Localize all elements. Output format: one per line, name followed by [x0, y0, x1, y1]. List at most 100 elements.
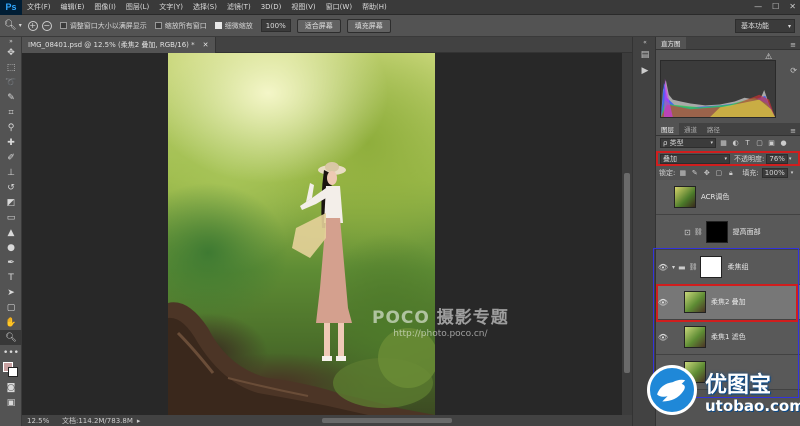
gradient-tool-icon[interactable]: ▭: [0, 210, 22, 225]
play-actions-icon[interactable]: ▶: [633, 63, 657, 79]
filter-toggle-icon[interactable]: ●: [779, 139, 788, 147]
resize-window-checkbox[interactable]: 调整窗口大小以满屏显示: [59, 21, 147, 31]
checkbox-box[interactable]: [154, 22, 162, 29]
path-select-tool-icon[interactable]: ➤: [0, 285, 22, 300]
lock-artboard-icon[interactable]: ▢: [714, 169, 723, 177]
opacity-input[interactable]: 76%: [766, 153, 788, 164]
menu-image[interactable]: 图像(I): [89, 2, 121, 12]
menu-3d[interactable]: 3D(D): [256, 3, 287, 11]
lock-transparency-icon[interactable]: ▦: [678, 169, 687, 177]
scrubby-zoom-checkbox[interactable]: 细微缩放: [214, 21, 253, 31]
zoom-tool-icon[interactable]: 🔍︎: [4, 20, 17, 31]
panel-menu-icon[interactable]: ≡: [790, 41, 796, 49]
zoom-in-icon[interactable]: +: [27, 20, 38, 31]
toolbox-collapse-icon[interactable]: »: [0, 37, 22, 45]
history-brush-tool-icon[interactable]: ↺: [0, 180, 22, 195]
background-color-swatch[interactable]: [8, 367, 18, 377]
marquee-tool-icon[interactable]: ⬚: [0, 60, 22, 75]
zoom-all-checkbox[interactable]: 缩放所有窗口: [154, 21, 207, 31]
eyedropper-tool-icon[interactable]: ⚲: [0, 120, 22, 135]
fill-screen-button[interactable]: 填充屏幕: [346, 18, 391, 33]
vertical-scrollbar[interactable]: [622, 53, 632, 415]
chevron-down-icon[interactable]: ▾: [791, 170, 794, 176]
maximize-icon[interactable]: ☐: [772, 2, 779, 11]
color-swatches-icon[interactable]: [0, 360, 22, 380]
dock-collapse-icon[interactable]: «: [633, 37, 657, 47]
layer-kind-select[interactable]: ρ 类型 ▾: [660, 138, 716, 148]
move-tool-icon[interactable]: ✥: [0, 45, 22, 60]
fill-label: 填充:: [742, 169, 759, 177]
canvas-area[interactable]: POCO 摄影专题 http://photo.poco.cn/: [22, 53, 622, 415]
menu-select[interactable]: 选择(S): [188, 2, 222, 12]
lock-pixels-icon[interactable]: ✎: [690, 169, 699, 177]
menu-help[interactable]: 帮助(H): [357, 2, 392, 12]
status-zoom[interactable]: 12.5%: [22, 417, 52, 425]
scrollbar-thumb[interactable]: [624, 173, 630, 373]
blur-tool-icon[interactable]: ▲: [0, 225, 22, 240]
layer-row[interactable]: ⊡ ⛓ 提高面部: [656, 215, 800, 250]
chevron-down-icon: ▾: [710, 140, 713, 146]
lock-all-icon[interactable]: 🔒︎: [726, 169, 735, 178]
crop-tool-icon[interactable]: ⌗: [0, 105, 22, 120]
panel-menu-icon[interactable]: ≡: [790, 127, 796, 135]
menu-edit[interactable]: 编辑(E): [56, 2, 90, 12]
document-photo[interactable]: [168, 53, 435, 415]
quick-select-tool-icon[interactable]: ✎: [0, 90, 22, 105]
history-panel-icon[interactable]: ▤: [633, 47, 657, 63]
horizontal-scrollbar-thumb[interactable]: [322, 418, 452, 423]
pixel-filter-icon[interactable]: ▦: [719, 139, 728, 147]
histogram-graph: [660, 60, 776, 118]
zoom-out-icon[interactable]: −: [41, 20, 52, 31]
layer-row[interactable]: ACR调色: [656, 180, 800, 215]
adjustment-filter-icon[interactable]: ◐: [731, 139, 740, 147]
tab-channels[interactable]: 通道: [679, 123, 702, 135]
menu-type[interactable]: 文字(Y): [154, 2, 188, 12]
type-tool-icon[interactable]: T: [0, 270, 22, 285]
lock-position-icon[interactable]: ✥: [702, 169, 711, 177]
screen-mode-icon[interactable]: ▣: [0, 395, 22, 410]
menu-window[interactable]: 窗口(W): [321, 2, 357, 12]
lasso-tool-icon[interactable]: ➰: [0, 75, 22, 90]
close-tab-icon[interactable]: ✕: [203, 41, 209, 49]
minimize-icon[interactable]: —: [754, 2, 762, 11]
menu-view[interactable]: 视图(V): [286, 2, 320, 12]
brush-tool-icon[interactable]: ✐: [0, 150, 22, 165]
smart-object-filter-icon[interactable]: ▣: [767, 139, 776, 147]
hand-tool-icon[interactable]: ✋: [0, 315, 22, 330]
healing-brush-tool-icon[interactable]: ✚: [0, 135, 22, 150]
close-icon[interactable]: ✕: [789, 2, 796, 11]
dodge-tool-icon[interactable]: ●: [0, 240, 22, 255]
fit-screen-button[interactable]: 适合屏幕: [296, 18, 341, 33]
layer-kind-label: ρ 类型: [663, 139, 684, 147]
type-filter-icon[interactable]: T: [743, 139, 752, 147]
workspace-select[interactable]: 基本功能 ▾: [735, 19, 795, 33]
zoom-100-button[interactable]: 100%: [260, 19, 291, 32]
menu-layer[interactable]: 图层(L): [121, 2, 154, 12]
fill-input[interactable]: 100%: [761, 168, 788, 178]
document-tab[interactable]: IMG_08401.psd @ 12.5% (柔焦2 叠加, RGB/16) *…: [22, 37, 216, 53]
tab-histogram[interactable]: 直方图: [656, 37, 686, 49]
eraser-tool-icon[interactable]: ◩: [0, 195, 22, 210]
logo-url: utobao.com: [705, 397, 800, 415]
clone-stamp-tool-icon[interactable]: ⊥: [0, 165, 22, 180]
menu-file[interactable]: 文件(F): [22, 2, 56, 12]
blend-mode-select[interactable]: 叠加 ▾: [660, 153, 730, 164]
shape-filter-icon[interactable]: ▢: [755, 139, 764, 147]
refresh-icon[interactable]: ⟳: [790, 66, 797, 75]
checkbox-box[interactable]: [59, 22, 67, 29]
menu-filter[interactable]: 滤镜(T): [222, 2, 256, 12]
shape-tool-icon[interactable]: ▢: [0, 300, 22, 315]
histogram-panel: ⚠ ⟳: [656, 50, 800, 123]
pen-tool-icon[interactable]: ✒: [0, 255, 22, 270]
checkbox-box-checked[interactable]: [214, 22, 222, 29]
blend-mode-label: 叠加: [663, 154, 677, 163]
more-tools-icon[interactable]: •••: [0, 345, 22, 360]
tab-layers[interactable]: 图层: [656, 123, 679, 135]
quick-mask-icon[interactable]: ◙: [0, 380, 22, 395]
tab-paths[interactable]: 路径: [702, 123, 725, 135]
zoom-tool-icon[interactable]: 🔍︎: [0, 330, 22, 345]
status-menu-arrow-icon[interactable]: ▸: [137, 417, 141, 425]
status-doc-size: 文档:114.2M/783.8M: [62, 416, 133, 425]
tool-preset-chevron-icon[interactable]: ▾: [19, 22, 22, 29]
chevron-down-icon[interactable]: ▾: [789, 156, 792, 162]
